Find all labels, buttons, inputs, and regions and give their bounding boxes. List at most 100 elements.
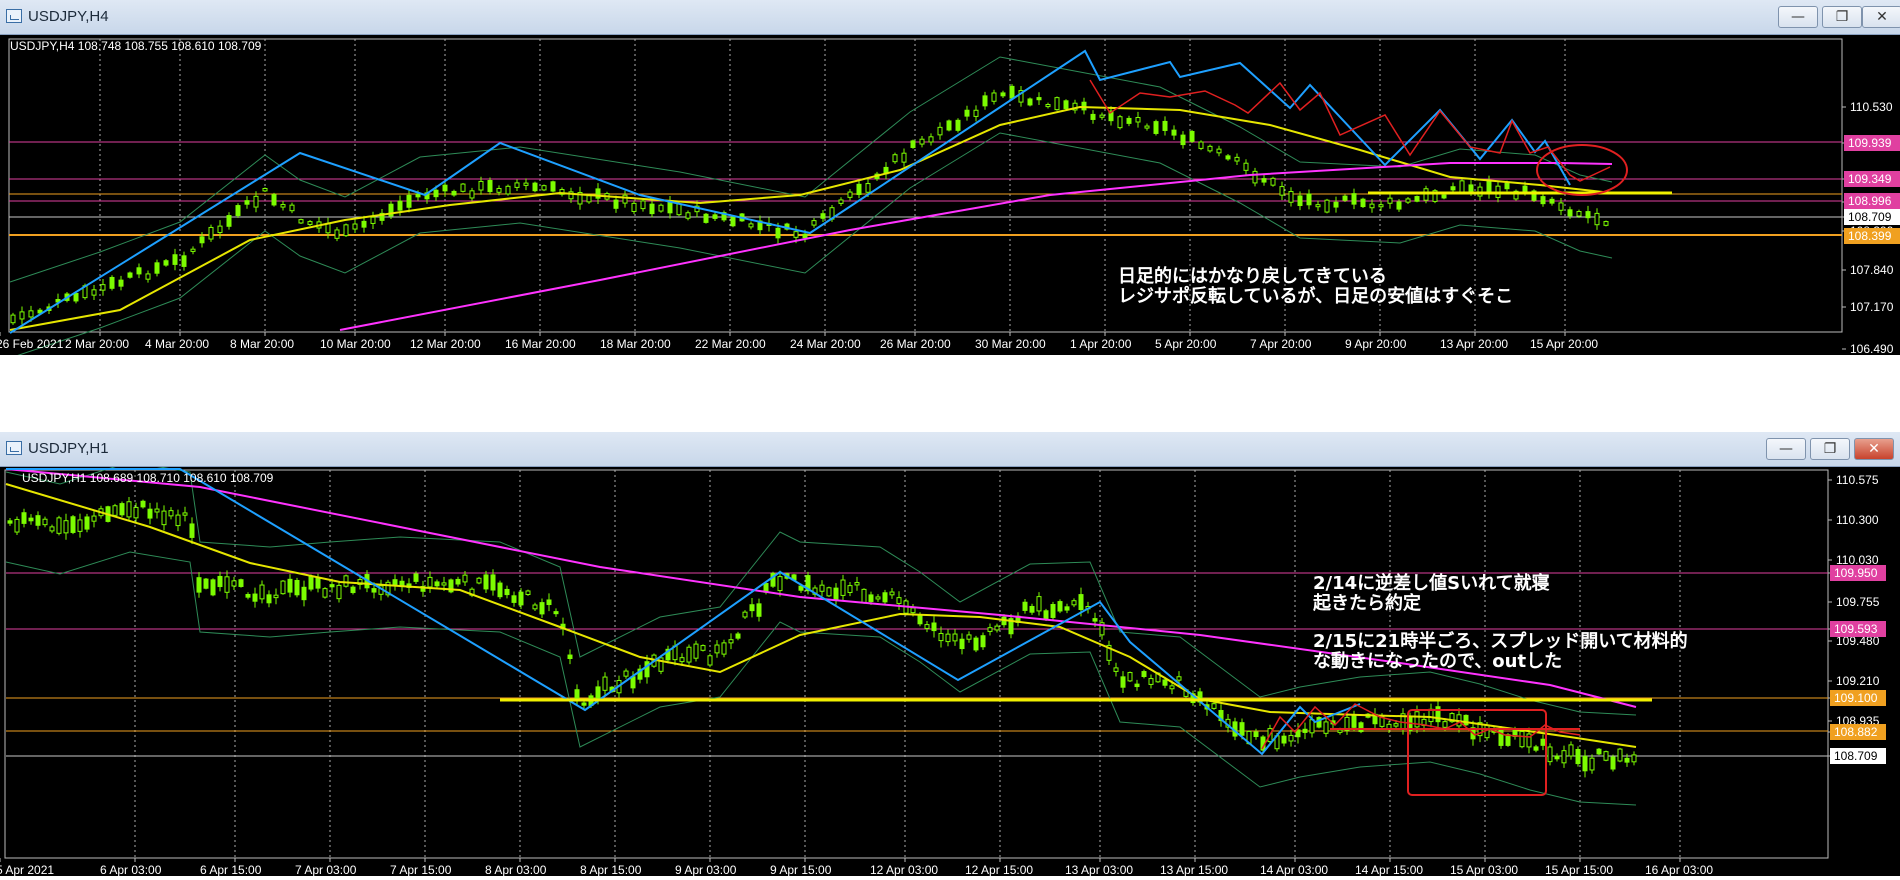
candle-body [77, 519, 83, 532]
candle-body [252, 593, 258, 602]
maximize-button[interactable]: ❐ [1810, 438, 1850, 460]
candle-body [370, 216, 376, 224]
candle-body [253, 195, 259, 208]
close-button[interactable]: ✕ [1854, 438, 1894, 460]
candle-body [118, 279, 124, 287]
candle-body [441, 582, 447, 586]
candle-body [856, 183, 862, 195]
candle-body [1141, 671, 1147, 677]
candle-body [1561, 750, 1567, 764]
minimize-button[interactable]: — [1778, 6, 1818, 28]
candle-body [1211, 703, 1217, 709]
candle-body [854, 582, 860, 586]
candle-body [1585, 211, 1591, 219]
candle-body [973, 109, 979, 117]
candle-body [987, 627, 993, 632]
window-title-h4: USDJPY,H4 [28, 8, 109, 25]
candle-body [514, 182, 520, 188]
price-chart-h4[interactable]: 110.530 109.939 109.349 108.996 108.709 108.3… [0, 35, 1900, 359]
candle-body [1396, 201, 1402, 210]
candle-body [280, 204, 286, 208]
candle-body [1009, 85, 1015, 99]
time-axis-label: 13 Apr 20:00 [1440, 337, 1508, 351]
time-axis-label: 5 Apr 2021 [0, 863, 54, 876]
candle-body [1117, 116, 1123, 129]
candle-body [175, 514, 181, 527]
candle-body [532, 182, 538, 192]
candle-body [1243, 162, 1249, 171]
candle-body [518, 591, 524, 606]
candle-body [539, 602, 545, 615]
candle-body [553, 611, 559, 615]
price-axis-label: 107.170 [1850, 300, 1894, 314]
candle-body [1603, 221, 1609, 226]
candle-body [224, 576, 230, 593]
candle-body [487, 180, 493, 193]
candle-body [298, 219, 304, 224]
time-axis-label: 16 Apr 03:00 [1645, 863, 1713, 876]
candle-body [21, 512, 27, 524]
time-axis-label: 1 Apr 20:00 [1070, 337, 1132, 351]
time-axis-label: 30 Mar 20:00 [975, 337, 1046, 351]
candle-body [546, 599, 552, 606]
candle-body [1057, 601, 1063, 612]
candle-body [707, 655, 713, 666]
minimize-button[interactable]: — [1766, 438, 1806, 460]
candle-body [343, 575, 349, 587]
candle-body [1288, 191, 1294, 203]
candle-body [308, 576, 314, 590]
candle-body [980, 635, 986, 648]
candle-body [1078, 594, 1084, 611]
candle-body [181, 255, 187, 267]
candlestick-chart-h4[interactable]: 110.530 109.939 109.349 108.996 108.709 108.3… [0, 35, 1900, 359]
chart-note-h1-line3: 2/15に21時半ごろ、スプレッド開いて材料的 [1313, 631, 1688, 652]
candle-body [433, 189, 439, 198]
candle-body [469, 190, 475, 199]
candle-body [1540, 738, 1546, 746]
candle-body [523, 182, 529, 186]
candle-body [1064, 606, 1070, 611]
candle-body [910, 607, 916, 614]
candle-body [442, 184, 448, 192]
price-chart-h1[interactable]: 110.575 110.300 110.030109.950 109.755 109.5… [0, 461, 1900, 877]
candlestick-chart-h1[interactable]: 110.575 110.300 110.030109.950 109.755 109.5… [0, 461, 1900, 877]
candle-body [833, 587, 839, 601]
candle-body [217, 225, 223, 234]
candle-body [336, 584, 342, 600]
time-axis-label: 13 Apr 03:00 [1065, 863, 1133, 876]
candle-body [649, 203, 655, 215]
candle-body [1323, 721, 1329, 734]
candle-body [1617, 748, 1623, 762]
candle-body [1127, 672, 1133, 682]
candle-body [1169, 685, 1175, 690]
candle-body [840, 579, 846, 596]
candle-body [896, 597, 902, 604]
chart-window-icon [6, 441, 22, 455]
candle-body [1369, 203, 1375, 209]
window-titlebar-h1[interactable]: USDJPY,H1 — ❐ ✕ [0, 432, 1900, 467]
candle-body [1441, 194, 1447, 199]
candle-body [1234, 156, 1240, 162]
candle-body [1043, 610, 1049, 620]
close-button[interactable]: ✕ [1862, 6, 1900, 28]
candle-body [322, 588, 328, 598]
candle-body [56, 517, 62, 534]
candle-body [631, 202, 637, 212]
candle-body [147, 508, 153, 519]
maximize-button[interactable]: ❐ [1822, 6, 1862, 28]
candle-body [775, 227, 781, 239]
candle-body [294, 579, 300, 596]
time-axis-label: 12 Mar 20:00 [410, 337, 481, 351]
candle-body [226, 215, 232, 227]
candle-body [1522, 185, 1528, 192]
candle-body [455, 578, 461, 585]
candle-body [203, 578, 209, 589]
candle-body [532, 604, 538, 610]
candle-body [112, 505, 118, 516]
candle-body [1540, 196, 1546, 205]
window-titlebar-h4[interactable]: USDJPY,H4 — ❐ ✕ [0, 0, 1900, 35]
time-axis-label: 15 Apr 20:00 [1530, 337, 1598, 351]
chart-window-h4[interactable]: USDJPY,H4 — ❐ ✕ 110.530 109.939 109.349 108… [0, 0, 1900, 359]
chart-window-h1[interactable]: USDJPY,H1 — ❐ ✕ 110.575 110.300 110.030 109… [0, 432, 1900, 877]
candle-body [14, 518, 20, 533]
